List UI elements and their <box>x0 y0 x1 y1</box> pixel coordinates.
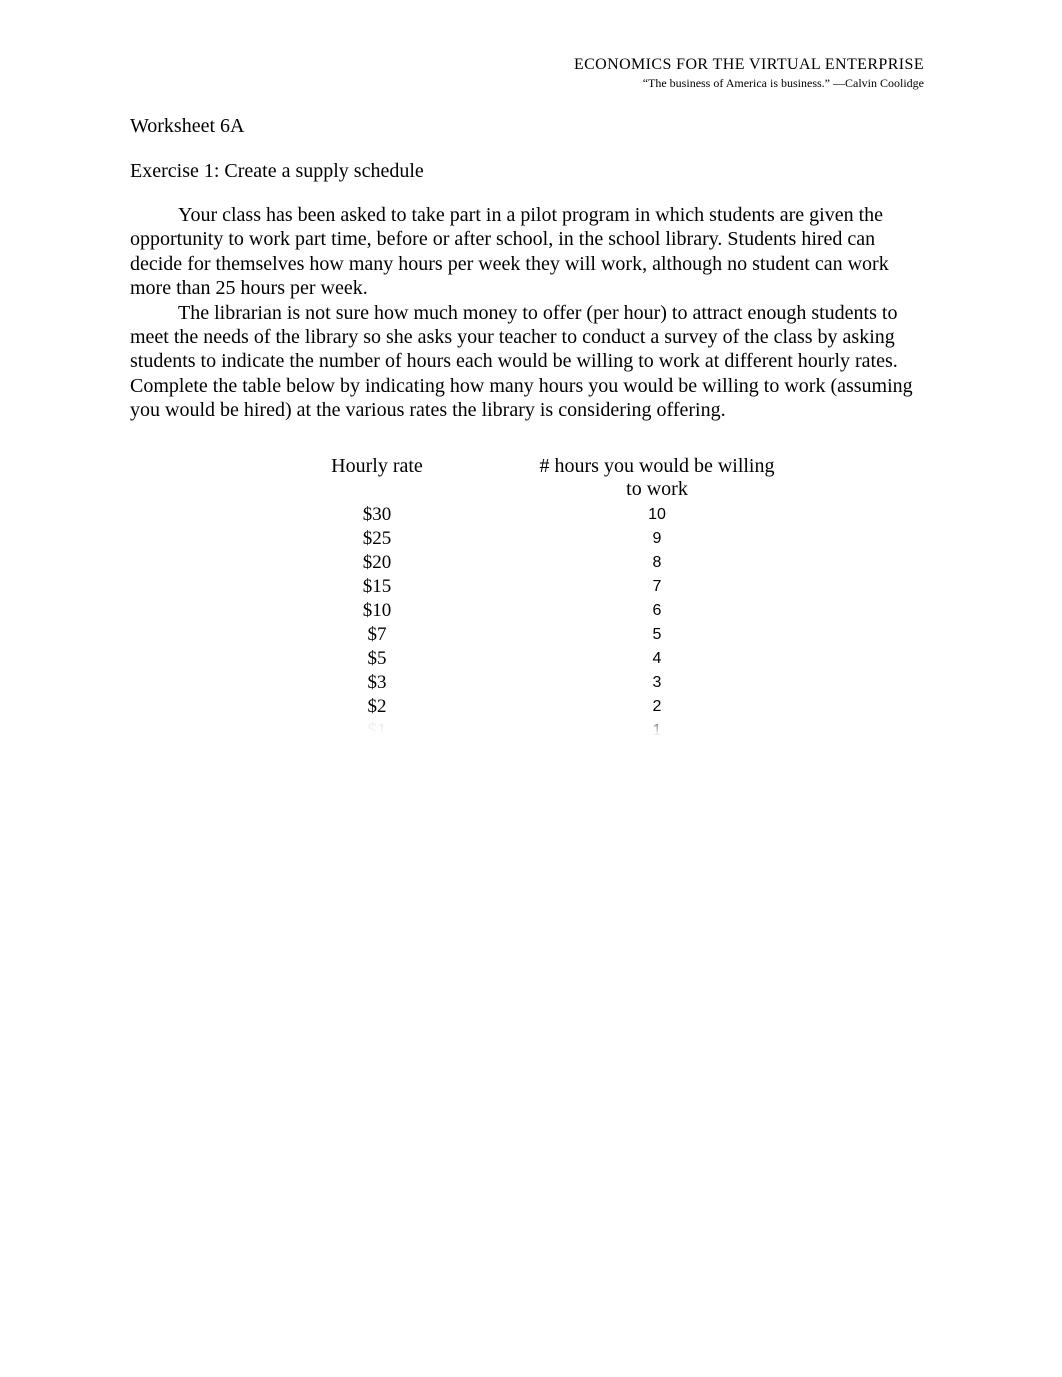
table-row: $7 5 <box>251 623 811 647</box>
cell-rate: $20 <box>251 551 503 575</box>
cell-hours: 1 <box>503 719 811 743</box>
worksheet-label: Worksheet 6A <box>130 115 932 138</box>
table-row: $15 7 <box>251 575 811 599</box>
table-row: $25 9 <box>251 527 811 551</box>
cell-hours: 6 <box>503 599 811 623</box>
table-row: $2 2 <box>251 695 811 719</box>
page-header: ECONOMICS FOR THE VIRTUAL ENTERPRISE “Th… <box>130 56 932 91</box>
cell-hours: 5 <box>503 623 811 647</box>
cell-rate: $15 <box>251 575 503 599</box>
body-text: Your class has been asked to take part i… <box>130 203 932 423</box>
cell-hours: 9 <box>503 527 811 551</box>
table-header-row: Hourly rate # hours you would be willing… <box>251 451 811 503</box>
cell-rate: $2 <box>251 695 503 719</box>
cell-rate: $1 <box>251 719 503 743</box>
cell-rate: $5 <box>251 647 503 671</box>
table-row: $30 10 <box>251 503 811 527</box>
cell-rate: $7 <box>251 623 503 647</box>
col-header-hours-line2: to work <box>626 478 688 500</box>
table-row: $5 4 <box>251 647 811 671</box>
page: ECONOMICS FOR THE VIRTUAL ENTERPRISE “Th… <box>0 0 1062 743</box>
col-header-rate: Hourly rate <box>251 451 503 503</box>
table-row: $3 3 <box>251 671 811 695</box>
col-header-hours: # hours you would be willing to work <box>503 451 811 503</box>
cell-hours: 7 <box>503 575 811 599</box>
cell-hours: 8 <box>503 551 811 575</box>
cell-rate: $25 <box>251 527 503 551</box>
cell-hours: 10 <box>503 503 811 527</box>
table-row: $1 1 <box>251 719 811 743</box>
cell-rate: $3 <box>251 671 503 695</box>
supply-schedule-table-wrap: Hourly rate # hours you would be willing… <box>251 451 811 743</box>
paragraph-2: The librarian is not sure how much money… <box>130 301 932 423</box>
header-quote: “The business of America is business.” —… <box>130 76 924 91</box>
cell-hours: 4 <box>503 647 811 671</box>
cell-hours: 3 <box>503 671 811 695</box>
exercise-title: Exercise 1: Create a supply schedule <box>130 160 932 183</box>
table-row: $10 6 <box>251 599 811 623</box>
table-row: $20 8 <box>251 551 811 575</box>
header-title: ECONOMICS FOR THE VIRTUAL ENTERPRISE <box>130 56 924 74</box>
paragraph-1: Your class has been asked to take part i… <box>130 203 932 301</box>
cell-rate: $10 <box>251 599 503 623</box>
supply-schedule-table: Hourly rate # hours you would be willing… <box>251 451 811 743</box>
col-header-hours-line1: # hours you would be willing <box>540 455 775 477</box>
cell-hours: 2 <box>503 695 811 719</box>
cell-rate: $30 <box>251 503 503 527</box>
